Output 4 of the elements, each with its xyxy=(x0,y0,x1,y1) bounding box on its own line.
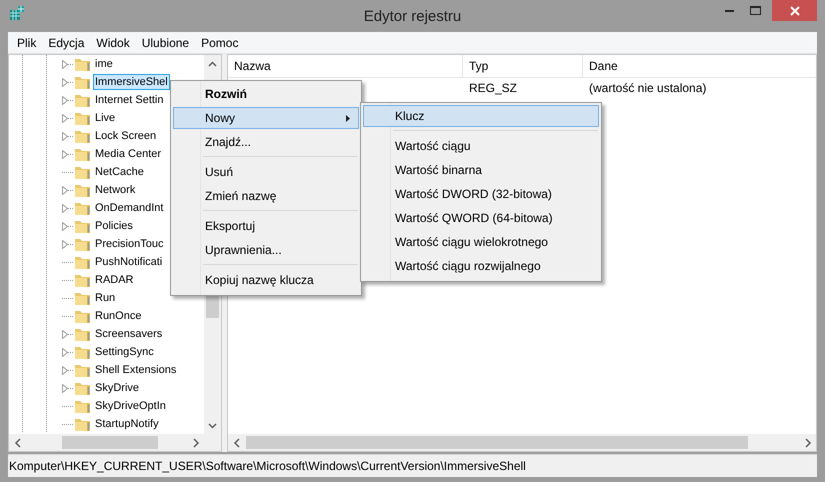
table-cell: (wartość nie ustalona) xyxy=(589,81,706,95)
status-path: Komputer\HKEY_CURRENT_USER\Software\Microsoft\Windows\CurrentVersion\ImmersiveShell xyxy=(9,459,526,473)
table-cell-text: REG_SZ xyxy=(469,81,518,95)
window-title: Edytor rejestru xyxy=(364,8,462,25)
